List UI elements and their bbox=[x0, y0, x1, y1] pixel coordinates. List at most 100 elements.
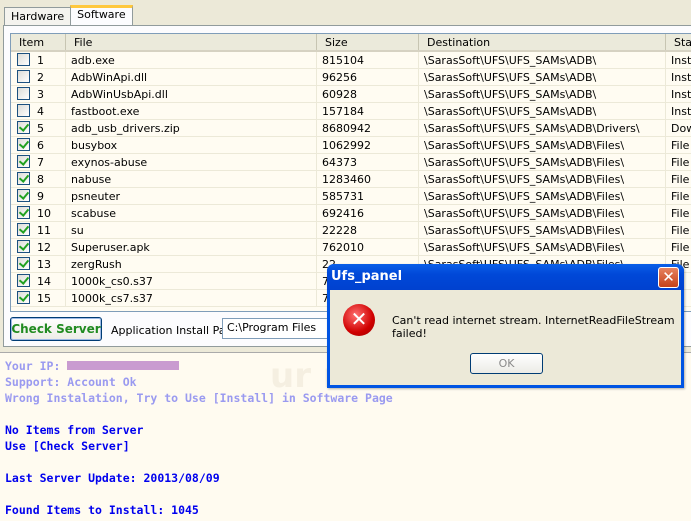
item-cell: 10 bbox=[11, 205, 66, 221]
item-number: 15 bbox=[37, 292, 51, 305]
file-cell: Superuser.apk bbox=[66, 239, 317, 255]
destination-cell: \SarasSoft\UFS\UFS_SAMs\ADB\ bbox=[419, 86, 666, 102]
ok-button[interactable]: OK bbox=[470, 353, 543, 374]
status-cell: Insta bbox=[666, 69, 691, 85]
table-row[interactable]: 11 su 22228 \SarasSoft\UFS\UFS_SAMs\ADB\Fil… bbox=[11, 222, 691, 239]
file-cell: AdbWinApi.dll bbox=[66, 69, 317, 85]
item-number: 4 bbox=[37, 105, 44, 118]
column-header-file[interactable]: File bbox=[66, 34, 317, 50]
install-path-label: Application Install Path bbox=[111, 324, 237, 337]
file-cell: 1000k_cs0.s37 bbox=[66, 273, 317, 289]
item-cell: 7 bbox=[11, 154, 66, 170]
file-cell: 1000k_cs7.s37 bbox=[66, 290, 317, 306]
log-wrong-install: Wrong Instalation, Try to Use [Install] … bbox=[5, 391, 393, 405]
row-checkbox[interactable] bbox=[17, 257, 30, 270]
status-cell: File bbox=[666, 154, 691, 170]
table-row[interactable]: 8 nabuse 1283460 \SarasSoft\UFS\UFS_SAMs\AD… bbox=[11, 171, 691, 188]
table-row[interactable]: 6 busybox 1062992 \SarasSoft\UFS\UFS_SAMs\A… bbox=[11, 137, 691, 154]
item-cell: 15 bbox=[11, 290, 66, 306]
table-row[interactable]: 7 exynos-abuse 64373 \SarasSoft\UFS\UFS_SAM… bbox=[11, 154, 691, 171]
destination-cell: \SarasSoft\UFS\UFS_SAMs\ADB\ bbox=[419, 52, 666, 68]
status-cell: Insta bbox=[666, 86, 691, 102]
item-cell: 13 bbox=[11, 256, 66, 272]
item-number: 2 bbox=[37, 71, 44, 84]
destination-cell: \SarasSoft\UFS\UFS_SAMs\ADB\Files\ bbox=[419, 239, 666, 255]
destination-cell: \SarasSoft\UFS\UFS_SAMs\ADB\Files\ bbox=[419, 137, 666, 153]
tab-hardware[interactable]: Hardware bbox=[4, 7, 72, 26]
table-row[interactable]: 4 fastboot.exe 157184 \SarasSoft\UFS\UFS_SA… bbox=[11, 103, 691, 120]
tab-software[interactable]: Software bbox=[70, 5, 133, 26]
size-cell: 22228 bbox=[317, 222, 419, 238]
file-cell: adb_usb_drivers.zip bbox=[66, 120, 317, 136]
column-header-destination[interactable]: Destination bbox=[419, 34, 666, 50]
table-row[interactable]: 12 Superuser.apk 762010 \SarasSoft\UFS\UFS_… bbox=[11, 239, 691, 256]
status-cell: File bbox=[666, 222, 691, 238]
row-checkbox[interactable] bbox=[17, 189, 30, 202]
item-cell: 14 bbox=[11, 273, 66, 289]
item-cell: 11 bbox=[11, 222, 66, 238]
file-cell: nabuse bbox=[66, 171, 317, 187]
row-checkbox[interactable] bbox=[17, 138, 30, 151]
close-icon[interactable]: ✕ bbox=[658, 267, 679, 288]
size-cell: 60928 bbox=[317, 86, 419, 102]
item-number: 9 bbox=[37, 190, 44, 203]
column-header-size[interactable]: Size bbox=[317, 34, 419, 50]
destination-cell: \SarasSoft\UFS\UFS_SAMs\ADB\Files\ bbox=[419, 154, 666, 170]
status-cell: Dow bbox=[666, 120, 691, 136]
table-row[interactable]: 1 adb.exe 815104 \SarasSoft\UFS\UFS_SAMs\AD… bbox=[11, 52, 691, 69]
item-cell: 1 bbox=[11, 52, 66, 68]
file-cell: su bbox=[66, 222, 317, 238]
row-checkbox[interactable] bbox=[17, 104, 30, 117]
status-cell: File bbox=[666, 239, 691, 255]
table-row[interactable]: 5 adb_usb_drivers.zip 8680942 \SarasSoft\UF… bbox=[11, 120, 691, 137]
item-number: 1 bbox=[37, 54, 44, 67]
size-cell: 157184 bbox=[317, 103, 419, 119]
size-cell: 64373 bbox=[317, 154, 419, 170]
row-checkbox[interactable] bbox=[17, 274, 30, 287]
row-checkbox[interactable] bbox=[17, 155, 30, 168]
file-cell: adb.exe bbox=[66, 52, 317, 68]
item-number: 12 bbox=[37, 241, 51, 254]
row-checkbox[interactable] bbox=[17, 87, 30, 100]
destination-cell: \SarasSoft\UFS\UFS_SAMs\ADB\ bbox=[419, 103, 666, 119]
status-cell: File bbox=[666, 188, 691, 204]
file-cell: scabuse bbox=[66, 205, 317, 221]
destination-cell: \SarasSoft\UFS\UFS_SAMs\ADB\ bbox=[419, 69, 666, 85]
redacted-ip bbox=[67, 361, 180, 370]
row-checkbox[interactable] bbox=[17, 53, 30, 66]
table-row[interactable]: 3 AdbWinUsbApi.dll 60928 \SarasSoft\UFS\UFS… bbox=[11, 86, 691, 103]
item-cell: 4 bbox=[11, 103, 66, 119]
item-number: 7 bbox=[37, 156, 44, 169]
log-found-items: Found Items to Install: 1045 bbox=[5, 503, 199, 517]
column-header-status[interactable]: Sta bbox=[666, 34, 691, 50]
row-checkbox[interactable] bbox=[17, 121, 30, 134]
destination-cell: \SarasSoft\UFS\UFS_SAMs\ADB\Drivers\ bbox=[419, 120, 666, 136]
row-checkbox[interactable] bbox=[17, 206, 30, 219]
column-header-item[interactable]: Item bbox=[11, 34, 66, 50]
table-row[interactable]: 10 scabuse 692416 \SarasSoft\UFS\UFS_SAMs\A… bbox=[11, 205, 691, 222]
error-dialog: Ufs_panel ✕ ✕ Can't read internet stream… bbox=[327, 264, 684, 388]
size-cell: 96256 bbox=[317, 69, 419, 85]
table-row[interactable]: 9 psneuter 585731 \SarasSoft\UFS\UFS_SAMs\A… bbox=[11, 188, 691, 205]
tab-bar: Hardware Software bbox=[4, 5, 133, 26]
item-number: 6 bbox=[37, 139, 44, 152]
size-cell: 1062992 bbox=[317, 137, 419, 153]
row-checkbox[interactable] bbox=[17, 70, 30, 83]
item-number: 8 bbox=[37, 173, 44, 186]
size-cell: 762010 bbox=[317, 239, 419, 255]
row-checkbox[interactable] bbox=[17, 291, 30, 304]
file-cell: psneuter bbox=[66, 188, 317, 204]
item-cell: 12 bbox=[11, 239, 66, 255]
row-checkbox[interactable] bbox=[17, 223, 30, 236]
file-cell: fastboot.exe bbox=[66, 103, 317, 119]
row-checkbox[interactable] bbox=[17, 240, 30, 253]
item-cell: 5 bbox=[11, 120, 66, 136]
item-number: 3 bbox=[37, 88, 44, 101]
row-checkbox[interactable] bbox=[17, 172, 30, 185]
log-use-check: Use [Check Server] bbox=[5, 439, 130, 453]
destination-cell: \SarasSoft\UFS\UFS_SAMs\ADB\Files\ bbox=[419, 188, 666, 204]
error-icon: ✕ bbox=[343, 304, 375, 336]
dialog-title: Ufs_panel bbox=[327, 264, 684, 290]
check-server-button[interactable]: Check Server bbox=[10, 317, 102, 341]
table-row[interactable]: 2 AdbWinApi.dll 96256 \SarasSoft\UFS\UFS_SA… bbox=[11, 69, 691, 86]
